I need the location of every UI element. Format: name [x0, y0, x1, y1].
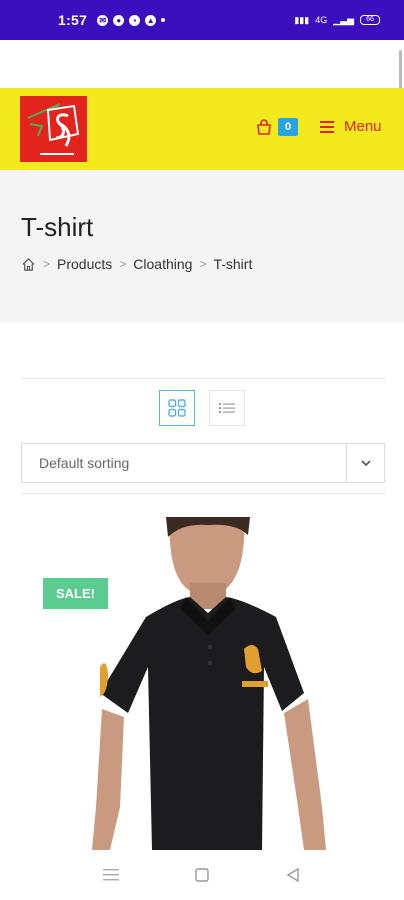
menu-label: Menu	[344, 118, 382, 135]
messenger-icon: ✉	[97, 14, 109, 26]
battery-icon: 66	[360, 15, 380, 25]
recents-icon	[102, 869, 119, 881]
shopping-bag-icon	[257, 119, 271, 135]
sorting-value: Default sorting	[39, 455, 130, 471]
divider	[21, 378, 385, 379]
site-logo[interactable]	[20, 96, 87, 162]
breadcrumb-current: T-shirt	[213, 256, 253, 272]
wifi-signal-icon: ▁▃▅	[333, 14, 354, 25]
grid-icon	[168, 399, 186, 417]
breadcrumb-separator: >	[43, 257, 51, 271]
page-header: T-shirt > Products > Cloathing > T-shirt	[0, 170, 404, 322]
breadcrumb-products[interactable]: Products	[57, 256, 112, 272]
grid-view-button[interactable]	[159, 390, 195, 426]
sale-badge: SALE!	[43, 578, 108, 609]
breadcrumb-separator: >	[199, 257, 207, 271]
gallery-icon: ▲	[145, 14, 157, 26]
notification-icons: ✉ ● ▪ ▲	[97, 14, 166, 26]
cart-button[interactable]: 0	[256, 118, 298, 136]
divider	[21, 493, 385, 494]
home-square-icon	[195, 868, 209, 882]
signal-label: 4G	[315, 15, 328, 25]
home-icon[interactable]	[21, 257, 36, 272]
home-nav-button[interactable]	[187, 860, 217, 890]
product-image[interactable]	[86, 517, 332, 850]
back-triangle-icon	[286, 868, 300, 882]
status-right: ▮▮▮ 4G ▁▃▅ 66	[294, 15, 380, 26]
back-button[interactable]	[278, 860, 308, 890]
recents-button[interactable]	[96, 860, 126, 890]
site-header: 0 Menu	[0, 88, 404, 170]
menu-button[interactable]: Menu	[320, 118, 382, 135]
sorting-dropdown-arrow[interactable]	[346, 444, 384, 482]
list-view-button[interactable]	[209, 390, 245, 426]
list-icon	[219, 403, 235, 413]
status-time: 1:57	[58, 12, 88, 28]
hamburger-icon	[320, 120, 334, 133]
more-notifications-dot-icon	[161, 18, 166, 22]
network-icon: ▮▮▮	[294, 14, 310, 25]
tshirt-model-image	[92, 517, 326, 850]
chevron-down-icon	[360, 459, 371, 466]
chat-icon: ●	[113, 14, 125, 26]
status-bar: 1:57 ✉ ● ▪ ▲ ▮▮▮ 4G ▁▃▅ 66	[0, 0, 404, 40]
system-navigation-bar	[0, 850, 404, 900]
breadcrumb-clothing[interactable]: Cloathing	[133, 256, 192, 272]
breadcrumb-separator: >	[119, 257, 127, 271]
logo-icon	[20, 96, 87, 162]
page-title: T-shirt	[21, 212, 94, 242]
cart-count-badge: 0	[278, 118, 298, 136]
sim-icon: ▪	[129, 14, 141, 26]
sorting-select[interactable]: Default sorting	[21, 443, 385, 483]
breadcrumb: > Products > Cloathing > T-shirt	[21, 256, 252, 272]
